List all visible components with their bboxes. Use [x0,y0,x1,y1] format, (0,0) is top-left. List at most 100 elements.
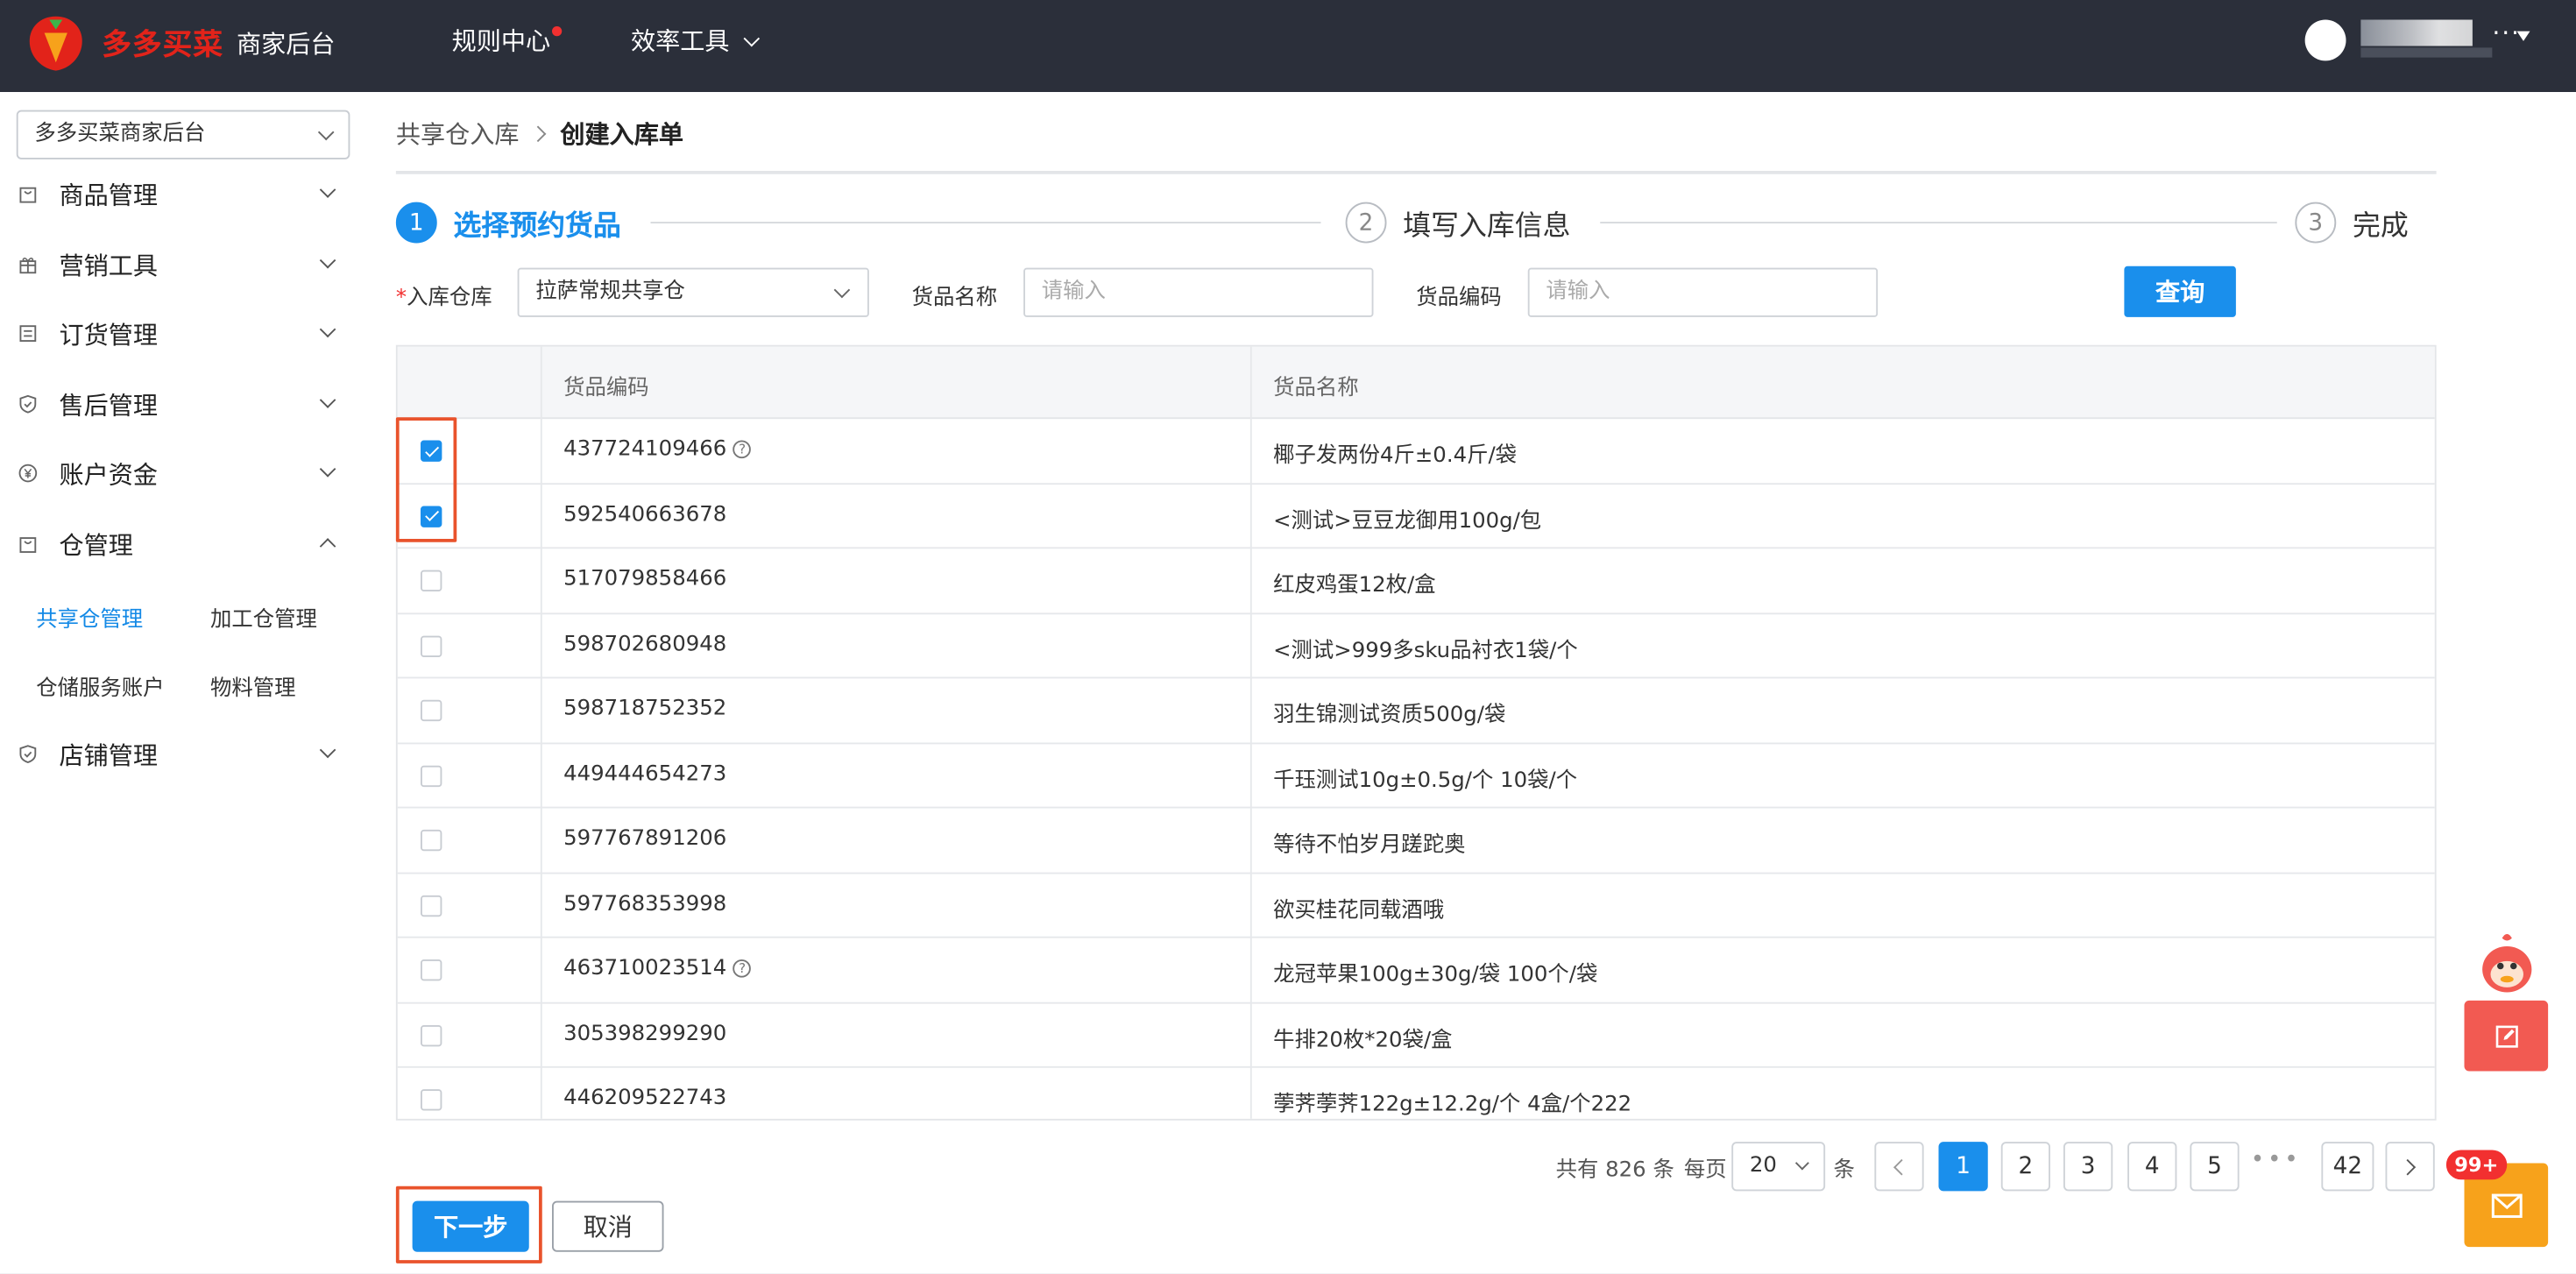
menu-item-marketing[interactable]: 营销工具 [0,235,368,294]
row-product-name: 龙冠苹果100g±30g/袋 100个/袋 [1273,962,1598,987]
row-checkbox[interactable] [421,959,442,981]
page-button-last[interactable]: 42 [2321,1142,2374,1192]
shop-select[interactable]: 多多买菜商家后台 [16,110,350,159]
required-mark: * [395,286,407,311]
table-row[interactable]: 592540663678 <测试>豆豆龙御用100g/包 [397,484,2435,549]
warehouse-select-value: 拉萨常规共享仓 [535,279,685,304]
product-name-input[interactable]: 请输入 [1023,267,1374,317]
row-product-code-text: 598702680948 [563,631,727,657]
nav-efficiency-tools[interactable]: 效率工具 [631,23,761,57]
top-bar: 多多买菜 商家后台 规则中心 效率工具 ··· [0,0,2576,92]
page-size-select[interactable]: 20 [1731,1142,1826,1192]
question-icon[interactable]: ? [732,440,752,459]
sub-item-materials[interactable]: 物料管理 [210,670,296,702]
chevron-up-icon [319,538,336,555]
menu-item-products[interactable]: 商品管理 [0,165,368,224]
row-product-code: 597768353998 [563,891,726,916]
column-divider [540,346,542,1119]
table-row[interactable]: 305398299290 牛排20枚*20袋/盒 [397,1003,2435,1068]
shield-check-icon [17,743,39,766]
per-page-suffix: 条 [1833,1157,1855,1183]
cancel-button[interactable]: 取消 [552,1200,664,1252]
breadcrumb-parent[interactable]: 共享仓入库 [396,117,520,151]
row-checkbox[interactable] [421,570,442,591]
menu-label: 商品管理 [59,180,159,210]
next-step-button[interactable]: 下一步 [412,1200,529,1252]
row-product-code-text: 517079858466 [563,566,727,591]
menu-label: 店铺管理 [59,740,159,770]
row-checkbox[interactable] [421,829,442,852]
sub-item-storage-account[interactable]: 仓储服务账户 [36,670,164,702]
chevron-right-icon [2399,1157,2417,1175]
menu-label: 仓管理 [59,529,133,560]
table-row[interactable]: 598702680948 <测试>999多sku品衬衣1袋/个 [397,613,2435,679]
table-row[interactable]: 598718752352 羽生锦测试资质500g/袋 [397,678,2435,744]
next-page-button[interactable] [2385,1142,2435,1192]
warehouse-select[interactable]: 拉萨常规共享仓 [517,267,869,317]
brand-sub: 商家后台 [237,28,336,59]
row-product-code: 598702680948 [563,632,726,656]
row-checkbox[interactable] [421,1024,442,1046]
avatar[interactable] [2304,19,2346,61]
page-button-4[interactable]: 4 [2127,1142,2177,1192]
row-checkbox[interactable] [421,894,442,917]
page-button-3[interactable]: 3 [2063,1142,2113,1192]
menu-item-orders[interactable]: 订货管理 [0,304,368,364]
edit-icon [2495,1024,2517,1047]
table-row[interactable]: 597768353998 欲买桂花同载酒哦 [397,874,2435,938]
product-name-label: 货品名称 [911,286,998,311]
feedback-button[interactable] [2464,1000,2549,1072]
user-menu-chevron-icon[interactable] [2516,31,2530,41]
warehouse-label: *入库仓库 [395,280,492,311]
page-ellipsis[interactable]: ••• [2251,1147,2302,1173]
menu-item-warehouse[interactable]: 仓管理 [0,514,368,574]
mascot-icon[interactable] [2471,930,2544,995]
table-row[interactable]: 517079858466 红皮鸡蛋12枚/盒 [397,549,2435,614]
prev-page-button[interactable] [1874,1142,1924,1192]
nav-rules-center[interactable]: 规则中心 [452,23,551,57]
row-product-code-text: 598718752352 [563,697,727,722]
table-row[interactable]: 597767891206 等待不怕岁月蹉跎奥 [397,809,2435,874]
page-button-5[interactable]: 5 [2190,1142,2240,1192]
product-table: 货品编码 货品名称 437724109466? 椰子发两份4斤±0.4斤/袋 592… [395,344,2437,1121]
column-divider [1249,346,1252,1119]
breadcrumb-current: 创建入库单 [560,119,684,150]
menu-item-store[interactable]: 店铺管理 [0,725,368,784]
query-button[interactable]: 查询 [2124,265,2236,317]
row-product-code-text: 597767891206 [563,826,727,852]
page-button-2[interactable]: 2 [2000,1142,2050,1192]
logo[interactable]: 多多买菜 商家后台 [23,10,336,75]
row-product-code-text: 437724109466 [563,436,727,462]
row-checkbox[interactable] [421,764,442,787]
product-code-input[interactable]: 请输入 [1527,267,1879,317]
sub-item-shared-warehouse[interactable]: 共享仓管理 [36,601,143,633]
yuan-icon [17,462,39,485]
row-checkbox[interactable] [421,1089,442,1111]
chevron-down-icon [833,281,851,299]
chevron-down-icon [319,251,336,269]
step-connector [650,222,1321,223]
menu-item-account-funds[interactable]: 账户资金 [0,443,368,503]
chevron-down-icon [317,124,335,141]
table-row[interactable]: 463710023514? 龙冠苹果100g±30g/袋 100个/袋 [397,938,2435,1003]
page-button-1[interactable]: 1 [1938,1142,1988,1192]
per-page-label: 每页 [1683,1157,1727,1183]
row-checkbox[interactable] [421,699,442,722]
menu-item-after-sales[interactable]: 售后管理 [0,375,368,435]
chevron-left-icon [1893,1157,1910,1175]
menu-label: 订货管理 [59,319,159,350]
question-icon[interactable]: ? [732,959,752,978]
table-row[interactable]: 449444654273 千珏测试10g±0.5g/个 10袋/个 [397,743,2435,809]
main-content: 共享仓入库 创建入库单 1 选择预约货品 2 填写入库信息 3 完成 *入库仓库… [368,92,2576,1274]
row-checkbox[interactable] [421,634,442,657]
table-row[interactable]: 437724109466? 椰子发两份4斤±0.4斤/袋 [397,419,2435,485]
chevron-down-icon [319,392,336,408]
notification-dot [552,26,563,37]
header-product-code: 货品编码 [563,376,649,401]
row-product-code: 449444654273 [563,761,726,786]
row-product-code-text: 305398299290 [563,1021,727,1046]
total-suffix: 条 [1652,1157,1674,1183]
row-product-code: 446209522743 [563,1086,726,1110]
sub-item-processing-warehouse[interactable]: 加工仓管理 [210,601,317,633]
table-row[interactable]: 446209522743 荸荠荸荠122g±12.2g/个 4盒/个222 [398,1068,2435,1119]
